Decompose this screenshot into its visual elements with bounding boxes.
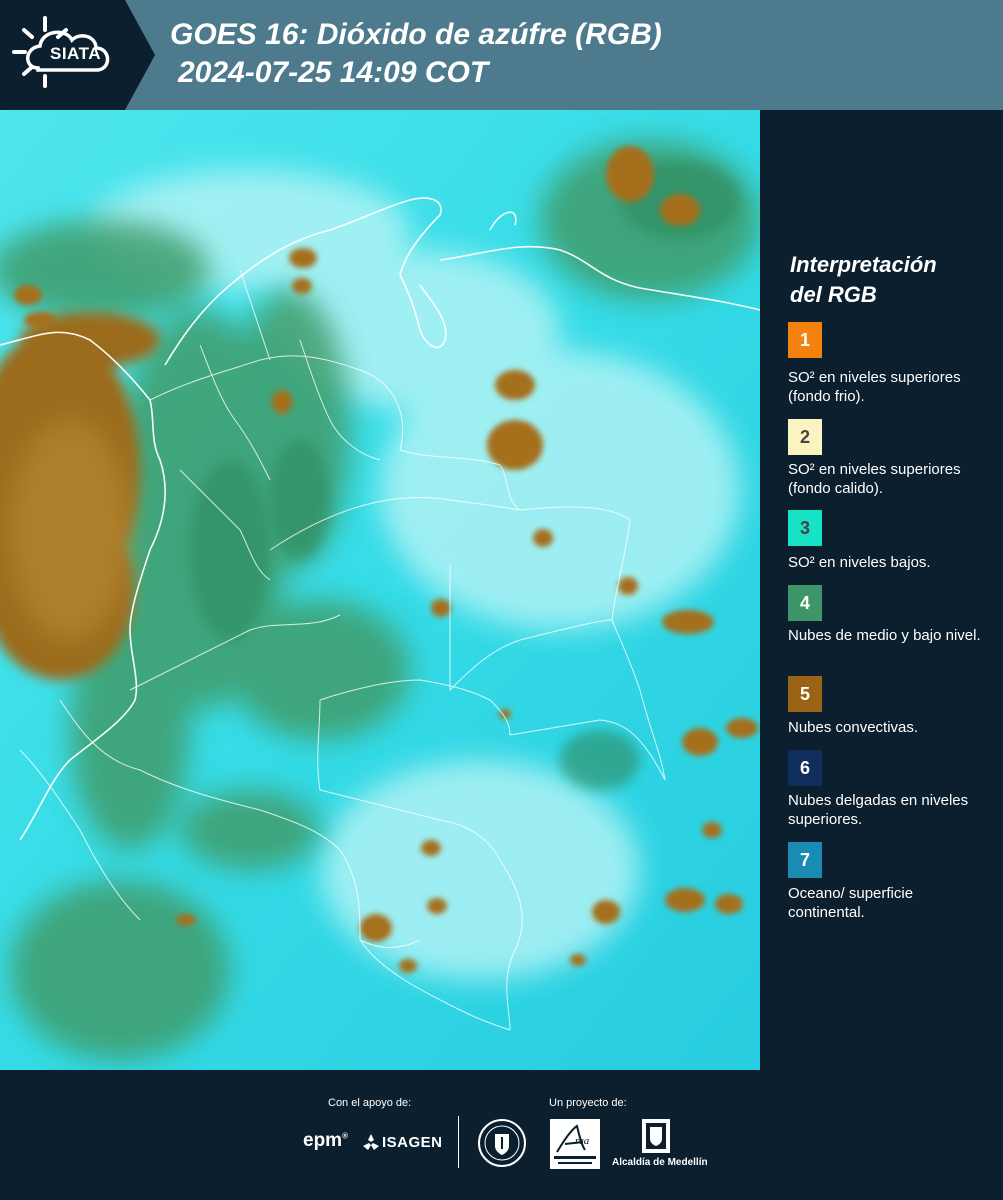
legend-title: Interpretación del RGB <box>790 250 990 310</box>
legend-swatch-7: 7 <box>788 842 822 878</box>
legend-panel: Interpretación del RGB 1 SO² en niveles … <box>762 110 1003 1070</box>
legend-swatch-number: 6 <box>799 757 810 778</box>
isagen-logo-text: ISAGEN <box>382 1134 443 1151</box>
isagen-mark-icon <box>363 1134 379 1150</box>
legend-text-6: Nubes delgadas en niveles superiores. <box>788 792 969 828</box>
legend-swatch-number: 5 <box>799 683 810 704</box>
legend-text-2: SO² en niveles superiores (fondo calido)… <box>788 461 961 497</box>
legend-swatch-number: 1 <box>799 329 810 350</box>
support-label: Con el apoyo de: <box>328 1097 412 1109</box>
satellite-map <box>0 110 760 1070</box>
legend-swatch-1: 1 <box>788 322 822 358</box>
legend-title-line2: del RGB <box>790 282 877 307</box>
legend-swatch-3: 3 <box>788 510 822 546</box>
epm-logo: epm® <box>303 1130 348 1151</box>
alcaldia-crest-icon <box>642 1119 670 1153</box>
timestamp: 2024-07-25 14:09 COT <box>178 56 489 89</box>
isagen-logo <box>362 1133 380 1156</box>
legend-text-5: Nubes convectivas. <box>788 719 919 736</box>
epm-logo-text: epm <box>303 1130 343 1151</box>
legend-swatch-number: 3 <box>799 517 810 538</box>
header-bar: SIATA GOES 16: Dióxido de azúfre (RGB) 2… <box>0 0 1003 110</box>
siata-logo: SIATA <box>0 0 155 110</box>
legend-text-3: SO² en niveles bajos. <box>788 554 931 571</box>
legend-text-4: Nubes de medio y bajo nivel. <box>788 627 981 644</box>
project-label: Un proyecto de: <box>549 1097 627 1109</box>
svg-text:rea: rea <box>575 1135 590 1147</box>
legend-text-7: Oceano/ superficie continental. <box>788 885 914 921</box>
legend-swatch-6: 6 <box>788 750 822 786</box>
legend-text-1: SO² en niveles superiores (fondo frio). <box>788 369 961 405</box>
legend-swatch-number: 4 <box>799 592 810 613</box>
legend-swatch-number: 2 <box>799 426 810 447</box>
footer-divider <box>458 1116 459 1168</box>
page-title: GOES 16: Dióxido de azúfre (RGB) <box>170 18 662 51</box>
area-metropolitana-logo-icon: rea <box>550 1119 600 1169</box>
logo-text: SIATA <box>50 44 101 63</box>
alcaldia-label: Alcaldía de Medellín <box>612 1157 708 1168</box>
legend-swatch-number: 7 <box>799 849 810 870</box>
medellin-seal-icon <box>478 1119 526 1167</box>
legend-swatch-5: 5 <box>788 676 822 712</box>
legend-swatch-4: 4 <box>788 585 822 621</box>
legend-swatch-2: 2 <box>788 419 822 455</box>
legend-title-line1: Interpretación <box>790 252 937 277</box>
